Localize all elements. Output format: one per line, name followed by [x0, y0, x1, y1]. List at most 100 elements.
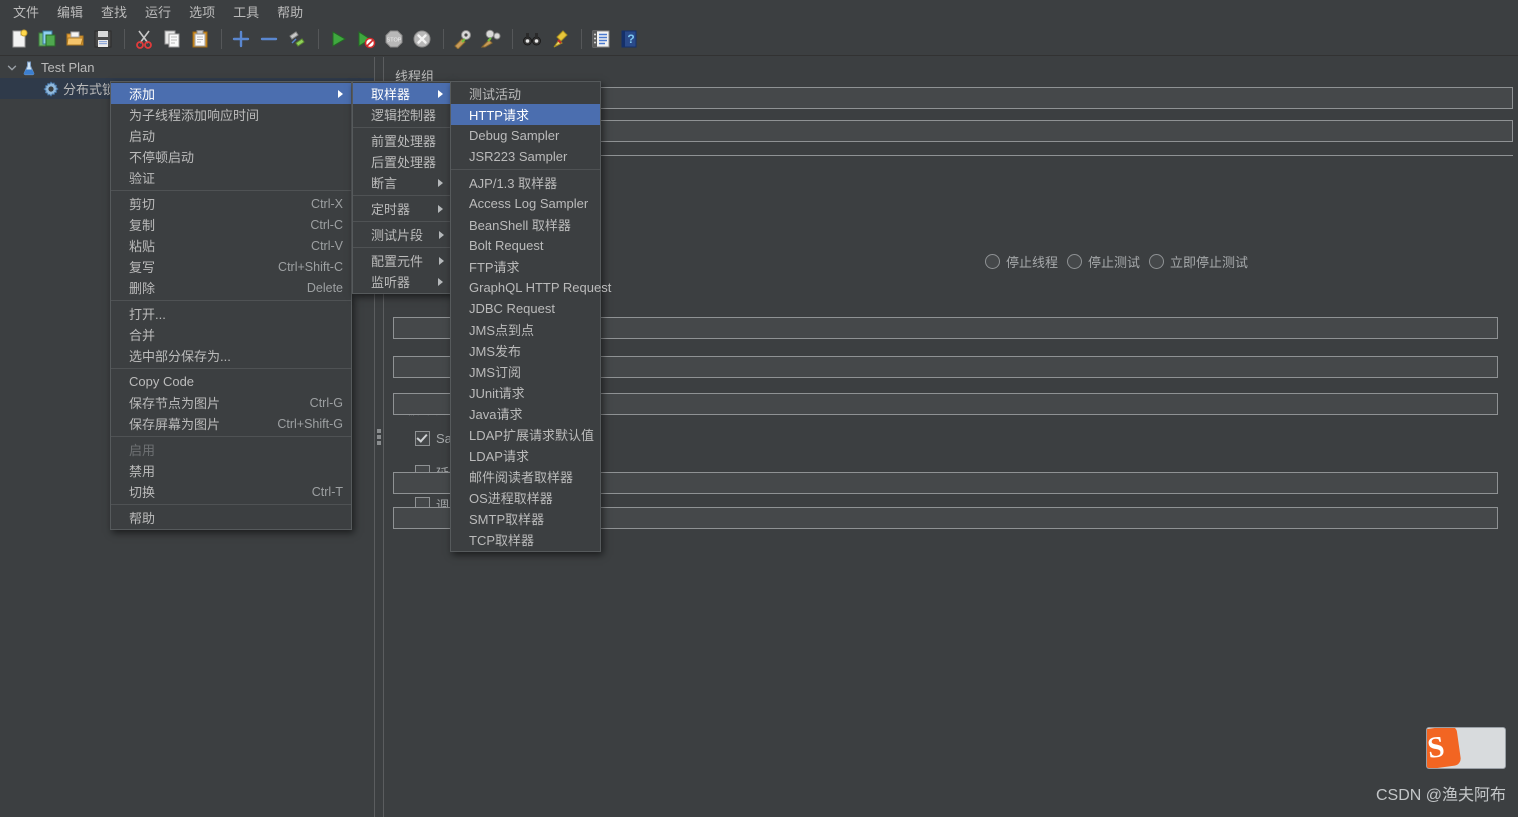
menubar-item-file[interactable]: 文件 [4, 0, 48, 23]
sampler-submenu-item-18[interactable]: LDAP请求 [451, 445, 600, 466]
add-submenu[interactable]: 取样器 逻辑控制器前置处理器后置处理器断言定时器测试片段配置元件监听器 [352, 81, 458, 294]
context-menu-item-14[interactable]: 选中部分保存为... [111, 345, 351, 366]
sampler-submenu-item-1[interactable]: HTTP请求 [451, 104, 600, 125]
open-folder-icon[interactable] [62, 26, 88, 52]
context-menu-item-18[interactable]: 保存屏幕为图片 Ctrl+Shift-G [111, 413, 351, 434]
sampler-submenu-item-11[interactable]: JDBC Request [451, 298, 600, 319]
help-book-icon[interactable]: ? [616, 26, 642, 52]
radio-stop-test-now[interactable]: 立即停止测试 [1149, 252, 1248, 271]
context-menu-item-8[interactable]: 粘贴 Ctrl-V [111, 235, 351, 256]
context-menu-item-6[interactable]: 剪切 Ctrl-X [111, 193, 351, 214]
clear-icon[interactable] [450, 26, 476, 52]
menu-item-label: Java请求 [469, 407, 523, 422]
tree-toggle-empty [26, 81, 42, 97]
shutdown-icon[interactable] [409, 26, 435, 52]
sampler-submenu-item-7[interactable]: BeanShell 取样器 [451, 214, 600, 235]
context-menu-separator [111, 504, 351, 505]
templates-icon[interactable] [34, 26, 60, 52]
minus-icon[interactable] [256, 26, 282, 52]
sampler-submenu-item-10[interactable]: GraphQL HTTP Request [451, 277, 611, 298]
menu-item-label: 监听器 [371, 275, 411, 290]
save-icon[interactable] [90, 26, 116, 52]
context-menu-item-7[interactable]: 复制 Ctrl-C [111, 214, 351, 235]
radio-label: 停止测试 [1088, 255, 1141, 270]
context-menu-item-1[interactable]: 为子线程添加响应时间 [111, 104, 351, 125]
paste-clipboard-icon[interactable] [187, 26, 213, 52]
sampler-submenu-item-21[interactable]: SMTP取样器 [451, 508, 600, 529]
sampler-submenu-item-2[interactable]: Debug Sampler [451, 125, 600, 146]
tree-context-menu[interactable]: 添加 为子线程添加响应时间 启动 不停顿启动 验证剪切 Ctrl-X 复制 Ctrl-C 粘贴 C… [110, 81, 352, 530]
add-submenu-item-1[interactable]: 逻辑控制器 [353, 104, 458, 125]
menu-item-label: Copy Code [129, 374, 195, 389]
context-menu-item-16[interactable]: Copy Code [111, 371, 351, 392]
tree-node-0[interactable]: Test Plan [0, 57, 374, 78]
chevron-down-icon[interactable] [4, 60, 20, 76]
menu-item-label: SMTP取样器 [469, 512, 545, 527]
sampler-submenu-item-19[interactable]: 邮件阅读者取样器 [451, 466, 600, 487]
reset-search-broom-icon[interactable] [547, 26, 573, 52]
sampler-submenu-item-22[interactable]: TCP取样器 [451, 529, 600, 550]
context-menu-item-9[interactable]: 复写 Ctrl+Shift-C [111, 256, 351, 277]
menubar-item-tools[interactable]: 工具 [224, 0, 268, 23]
menubar-item-options[interactable]: 选项 [180, 0, 224, 23]
sampler-submenu-item-20[interactable]: OS进程取样器 [451, 487, 600, 508]
context-menu-item-17[interactable]: 保存节点为图片 Ctrl-G [111, 392, 351, 413]
context-menu-item-21[interactable]: 禁用 [111, 460, 351, 481]
radio-stop-thread[interactable]: 停止线程 [985, 252, 1058, 271]
sampler-submenu-item-3[interactable]: JSR223 Sampler [451, 146, 600, 167]
sampler-submenu-item-17[interactable]: LDAP扩展请求默认值 [451, 424, 600, 445]
context-menu-item-10[interactable]: 删除 Delete [111, 277, 351, 298]
menu-item-label: 启用 [129, 443, 156, 458]
context-menu-item-3[interactable]: 不停顿启动 [111, 146, 351, 167]
play-start-icon[interactable] [325, 26, 351, 52]
new-file-icon[interactable] [6, 26, 32, 52]
menubar-item-search[interactable]: 查找 [92, 0, 136, 23]
context-menu-item-22[interactable]: 切换 Ctrl-T [111, 481, 351, 502]
menu-item-shortcut: Ctrl-C [310, 217, 343, 232]
add-submenu-item-12[interactable]: 监听器 [353, 271, 451, 292]
menubar-item-run[interactable]: 运行 [136, 0, 180, 23]
clear-all-icon[interactable] [478, 26, 504, 52]
play-no-pause-icon[interactable] [353, 26, 379, 52]
menu-item-label: JSR223 Sampler [469, 149, 568, 164]
menu-item-label: 断言 [371, 176, 398, 191]
radio-stop-test[interactable]: 停止测试 [1067, 252, 1140, 271]
toggle-icon[interactable] [284, 26, 310, 52]
menu-item-label: 前置处理器 [371, 134, 437, 149]
add-submenu-item-11[interactable]: 配置元件 [353, 250, 451, 271]
search-binoculars-icon[interactable] [519, 26, 545, 52]
add-submenu-item-0[interactable]: 取样器 [353, 83, 451, 104]
stop-icon[interactable]: STOP [381, 26, 407, 52]
add-submenu-item-5[interactable]: 断言 [353, 172, 451, 193]
add-submenu-item-9[interactable]: 测试片段 [353, 224, 451, 245]
sampler-submenu-item-6[interactable]: Access Log Sampler [451, 193, 600, 214]
copy-icon[interactable] [159, 26, 185, 52]
context-menu-item-13[interactable]: 合并 [111, 324, 351, 345]
add-submenu-item-3[interactable]: 前置处理器 [353, 130, 458, 151]
sampler-submenu-item-16[interactable]: Java请求 [451, 403, 600, 424]
menubar-item-edit[interactable]: 编辑 [48, 0, 92, 23]
sampler-submenu-item-9[interactable]: FTP请求 [451, 256, 600, 277]
cut-scissors-icon[interactable] [131, 26, 157, 52]
sampler-submenu-item-0[interactable]: 测试活动 [451, 83, 600, 104]
context-menu-item-24[interactable]: 帮助 [111, 507, 351, 528]
sampler-submenu-item-13[interactable]: JMS发布 [451, 340, 600, 361]
add-submenu-item-7[interactable]: 定时器 [353, 198, 451, 219]
function-helper-icon[interactable] [588, 26, 614, 52]
menubar-item-help[interactable]: 帮助 [268, 0, 312, 23]
context-menu-item-4[interactable]: 验证 [111, 167, 351, 188]
context-menu-item-2[interactable]: 启动 [111, 125, 351, 146]
sampler-submenu-item-14[interactable]: JMS订阅 [451, 361, 600, 382]
sampler-submenu-item-12[interactable]: JMS点到点 [451, 319, 600, 340]
context-menu-item-12[interactable]: 打开... [111, 303, 351, 324]
sampler-submenu[interactable]: 测试活动 HTTP请求 Debug Sampler JSR223 Sampler AJP… [450, 81, 611, 552]
context-menu-item-0[interactable]: 添加 [111, 83, 351, 104]
add-submenu-item-4[interactable]: 后置处理器 [353, 151, 458, 172]
jmeter-window: 文件 编辑 查找 运行 选项 工具 帮助 STOP? Test Plan 分布式锁 线程组 停… [0, 0, 1518, 817]
plus-icon[interactable] [228, 26, 254, 52]
sampler-submenu-item-5[interactable]: AJP/1.3 取样器 [451, 172, 600, 193]
sampler-submenu-item-8[interactable]: Bolt Request [451, 235, 600, 256]
toolbar: STOP? [0, 23, 1518, 56]
sampler-submenu-item-15[interactable]: JUnit请求 [451, 382, 600, 403]
menu-item-label: 测试片段 [371, 228, 424, 243]
